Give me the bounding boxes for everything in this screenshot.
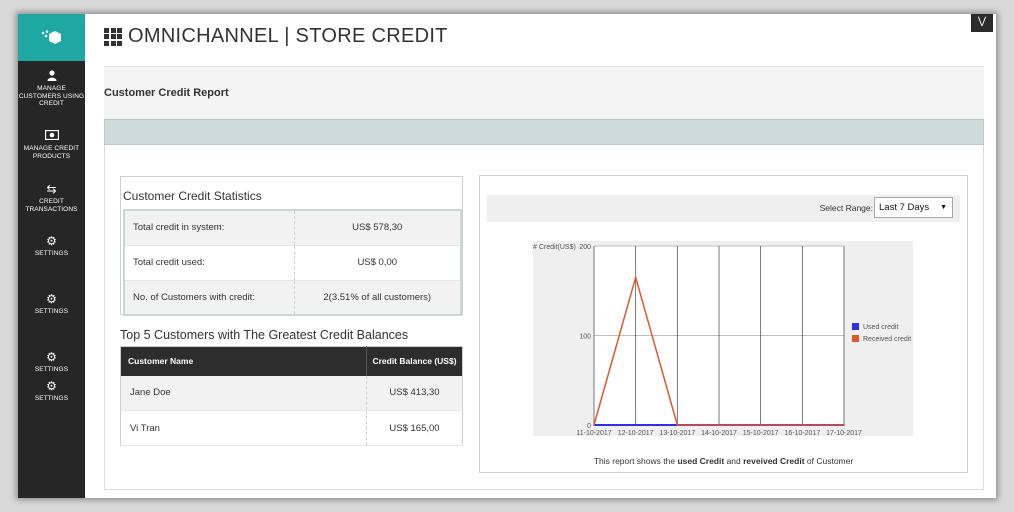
data-point xyxy=(759,424,762,426)
gear-icon: ⚙ xyxy=(46,350,57,364)
sidebar-item-settings[interactable]: ⚙ SETTINGS xyxy=(18,380,85,403)
stat-label: No. of Customers with credit: xyxy=(124,280,295,316)
legend-swatch xyxy=(852,323,859,330)
double-chevron-down-icon: ⋁ xyxy=(977,16,987,27)
data-point xyxy=(593,424,595,426)
range-label: Select Range: xyxy=(819,203,873,213)
x-tick-label: 14-10-2017 xyxy=(701,430,737,437)
sidebar-item-manage-customers[interactable]: MANAGE CUSTOMERS USING CREDIT xyxy=(18,70,85,108)
y-axis-label: # Credit(US$) xyxy=(533,244,576,251)
report-title: Customer Credit Report xyxy=(104,87,229,99)
caption-conjunction: and xyxy=(724,456,744,466)
sidebar-item-settings[interactable]: ⚙ SETTINGS xyxy=(18,235,85,258)
data-point xyxy=(843,424,845,426)
sidebar-item-manage-credit-products[interactable]: MANAGE CREDIT PRODUCTS xyxy=(18,129,85,160)
sidebar-item-credit-transactions[interactable]: ⇆ CREDIT TRANSACTIONS xyxy=(18,183,85,213)
column-header-credit-balance[interactable]: Credit Balance (US$) xyxy=(366,346,463,376)
stat-value: 2(3.51% of all customers) xyxy=(294,280,461,316)
data-point xyxy=(718,424,720,426)
credit-line-chart: 0 100 200 11-10-2017 12-10-2017 13-10-2017 14-… xyxy=(533,241,913,437)
data-point xyxy=(634,424,637,426)
gear-icon: ⚙ xyxy=(46,292,57,306)
x-tick-label: 13-10-2017 xyxy=(659,430,695,437)
logo-icon xyxy=(41,29,61,44)
sidebar-item-label: SETTINGS xyxy=(34,250,69,257)
range-toolbar: Select Range: Last 7 Days ▼ xyxy=(487,195,960,222)
credit-balance-cell: US$ 413,30 xyxy=(366,375,463,411)
legend-label: Used credit xyxy=(863,324,898,331)
table-header-row: Customer Name Credit Balance (US$) xyxy=(120,346,463,376)
stat-value: US$ 0,00 xyxy=(294,245,461,281)
stat-value: US$ 578,30 xyxy=(294,210,461,246)
range-select[interactable]: Last 7 Days ▼ xyxy=(874,197,953,218)
data-point xyxy=(634,276,637,279)
sidebar: MANAGE CUSTOMERS USING CREDIT MANAGE CRE… xyxy=(18,14,85,498)
y-tick-label: 100 xyxy=(579,334,591,341)
credit-balance-cell: US$ 165,00 xyxy=(366,410,463,446)
data-point xyxy=(676,424,679,426)
customer-name-cell: Vi Tran xyxy=(120,410,367,446)
sidebar-item-label: MANAGE CUSTOMERS USING CREDIT xyxy=(18,85,85,107)
x-tick-label: 11-10-2017 xyxy=(576,430,611,437)
sidebar-item-label: CREDIT TRANSACTIONS xyxy=(25,198,78,213)
top-customers-table: Customer Name Credit Balance (US$) Jane … xyxy=(120,346,463,446)
table-row[interactable]: Vi Tran US$ 165,00 xyxy=(120,410,463,446)
caret-down-icon: ▼ xyxy=(940,204,947,211)
x-tick-label: 12-10-2017 xyxy=(618,430,654,437)
sidebar-item-label: SETTINGS xyxy=(34,366,69,373)
caption-used-credit: used Credit xyxy=(677,456,725,466)
stats-title: Customer Credit Statistics xyxy=(123,189,262,203)
caption-suffix: of Customer xyxy=(804,456,854,466)
user-icon xyxy=(18,70,85,83)
column-header-customer-name[interactable]: Customer Name xyxy=(120,346,367,376)
sidebar-item-label: SETTINGS xyxy=(34,308,69,315)
logo[interactable] xyxy=(18,14,85,61)
x-tick-label: 16-10-2017 xyxy=(784,430,820,437)
data-point xyxy=(801,424,804,426)
report-header: Customer Credit Report xyxy=(104,66,984,119)
table-row: Total credit in system: US$ 578,30 xyxy=(124,210,461,246)
transfer-arrows-icon: ⇆ xyxy=(46,182,57,196)
caption-prefix: This report shows the xyxy=(593,456,678,466)
table-row[interactable]: Jane Doe US$ 413,30 xyxy=(120,375,463,411)
credit-statistics-panel: Customer Credit Statistics Total credit … xyxy=(120,176,463,316)
collapse-button[interactable]: ⋁ xyxy=(971,14,993,32)
sidebar-item-label: MANAGE CREDIT PRODUCTS xyxy=(23,145,80,160)
legend-swatch xyxy=(852,335,859,342)
stat-label: Total credit in system: xyxy=(124,210,295,246)
table-row: Total credit used: US$ 0,00 xyxy=(124,245,461,281)
credit-chart-panel: Select Range: Last 7 Days ▼ 0 100 200 11-10… xyxy=(479,175,968,473)
app-title-text: OMNICHANNEL | STORE CREDIT xyxy=(128,25,448,47)
x-tick-label: 17-10-2017 xyxy=(826,430,862,437)
customer-name-cell: Jane Doe xyxy=(120,375,367,411)
gear-icon: ⚙ xyxy=(46,234,57,248)
chart-caption: This report shows the used Credit and re… xyxy=(480,456,967,466)
caption-received-credit: reveived Credit xyxy=(743,456,805,466)
sidebar-item-settings[interactable]: ⚙ SETTINGS xyxy=(18,293,85,316)
page-title: OMNICHANNEL | STORE CREDIT xyxy=(104,25,448,48)
stat-label: Total credit used: xyxy=(124,245,295,281)
sidebar-item-settings[interactable]: ⚙ SETTINGS xyxy=(18,351,85,374)
x-tick-label: 15-10-2017 xyxy=(743,430,779,437)
legend-label: Received credit xyxy=(863,336,911,343)
top-customers-title: Top 5 Customers with The Greatest Credit… xyxy=(120,328,409,342)
page-header: OMNICHANNEL | STORE CREDIT ⋁ xyxy=(85,14,996,62)
report-toolbar-strip xyxy=(104,119,984,145)
table-row: No. of Customers with credit: 2(3.51% of… xyxy=(124,280,461,316)
range-selected-value: Last 7 Days xyxy=(879,202,930,213)
app-window: MANAGE CUSTOMERS USING CREDIT MANAGE CRE… xyxy=(18,14,996,498)
gear-icon: ⚙ xyxy=(46,379,57,393)
sidebar-item-label: SETTINGS xyxy=(34,395,69,402)
money-icon xyxy=(18,129,85,143)
y-tick-label: 0 xyxy=(587,423,591,430)
stats-table: Total credit in system: US$ 578,30 Total… xyxy=(123,209,462,316)
app-grid-icon[interactable] xyxy=(104,27,122,46)
y-tick-label: 200 xyxy=(579,244,591,251)
